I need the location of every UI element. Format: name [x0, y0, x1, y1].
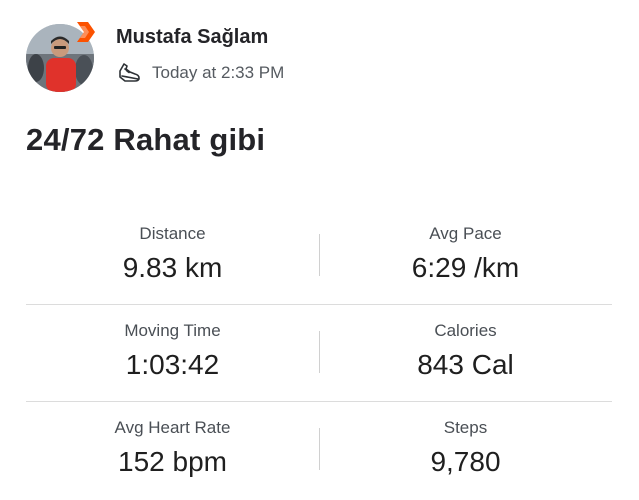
- stat-value: 1:03:42: [125, 349, 220, 380]
- stat-value: 6:29 /km: [411, 252, 520, 283]
- stat-value: 843 Cal: [417, 349, 514, 380]
- stat-value: 9,780: [430, 446, 501, 477]
- athlete-name[interactable]: Mustafa Sağlam: [116, 26, 268, 49]
- stat-calories: Calories 843 Cal: [319, 305, 612, 401]
- subscriber-badge-icon: [77, 22, 95, 42]
- stat-distance: Distance 9.83 km: [26, 208, 319, 304]
- stat-label: Avg Pace: [429, 224, 502, 243]
- stat-label: Steps: [443, 418, 488, 437]
- stat-avg-pace: Avg Pace 6:29 /km: [319, 208, 612, 304]
- stat-value: 152 bpm: [118, 446, 227, 477]
- athlete-avatar[interactable]: [26, 22, 96, 92]
- stats-row: Avg Heart Rate 152 bpm Steps 9,780: [26, 402, 612, 498]
- activity-meta: Today at 2:33 PM: [116, 60, 284, 86]
- stat-label: Avg Heart Rate: [114, 418, 231, 437]
- running-shoe-icon: [116, 60, 142, 86]
- stat-avg-heart-rate: Avg Heart Rate 152 bpm: [26, 402, 319, 498]
- stats-row: Distance 9.83 km Avg Pace 6:29 /km: [26, 208, 612, 305]
- activity-title[interactable]: 24/72 Rahat gibi: [26, 122, 265, 158]
- stat-moving-time: Moving Time 1:03:42: [26, 305, 319, 401]
- stat-value: 9.83 km: [122, 252, 223, 283]
- stat-steps: Steps 9,780: [319, 402, 612, 498]
- stats-row: Moving Time 1:03:42 Calories 843 Cal: [26, 305, 612, 402]
- stat-label: Calories: [434, 321, 497, 340]
- stat-label: Moving Time: [124, 321, 221, 340]
- stat-label: Distance: [139, 224, 206, 243]
- activity-stats: Distance 9.83 km Avg Pace 6:29 /km Movin…: [26, 208, 612, 498]
- activity-timestamp: Today at 2:33 PM: [152, 63, 285, 82]
